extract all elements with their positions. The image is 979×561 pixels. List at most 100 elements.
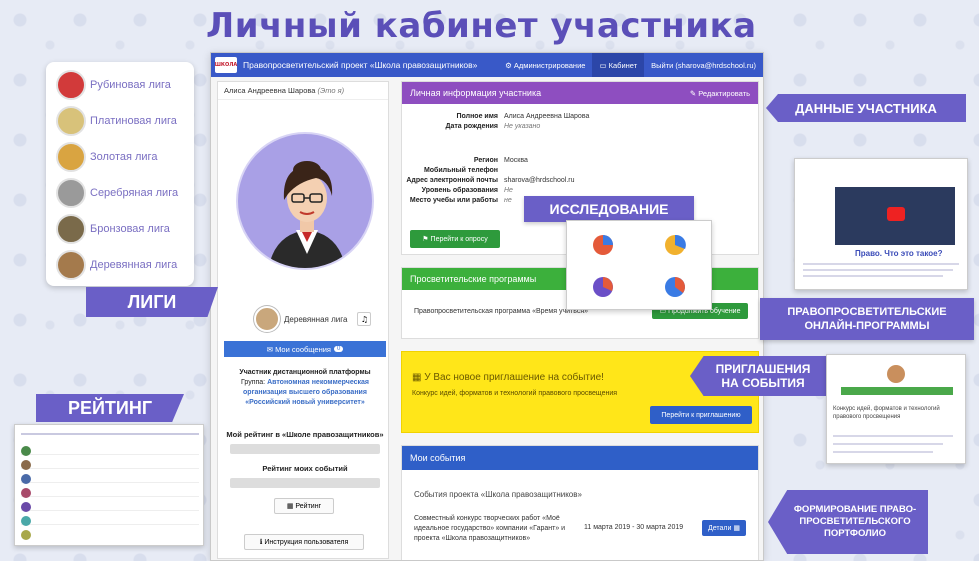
my-events-header: Мои события — [402, 446, 758, 470]
pie-chart-icon — [593, 235, 613, 255]
league-item: Рубиновая лига — [56, 70, 171, 100]
leagues-panel: Рубиновая лига Платиновая лига Золотая л… — [46, 62, 194, 286]
research-popup — [566, 220, 712, 310]
rating-table — [21, 441, 199, 540]
video-player[interactable] — [835, 187, 955, 245]
personal-info-title: Личная информация участника — [410, 88, 542, 98]
league-item: Бронзовая лига — [56, 214, 170, 244]
invitation-popup: Конкурс идей, форматов и технологий прав… — [826, 354, 966, 464]
info-row: Дата рождения Не указано — [445, 123, 541, 130]
current-league-label: Деревянная лига — [284, 314, 348, 324]
ribbon-rating: РЕЙТИНГ — [36, 394, 184, 422]
project-title[interactable]: Правопросветительский проект «Школа прав… — [243, 60, 498, 70]
my-rating-bar — [230, 444, 380, 454]
ribbon-participant-data: ДАННЫЕ УЧАСТНИКА — [766, 94, 966, 122]
research-pie-charts — [593, 234, 686, 297]
pie-chart-icon — [665, 277, 685, 297]
ribbon-portfolio: ФОРМИРОВАНИЕ ПРАВО-ПРОСВЕТИТЕЛЬСКОГО ПОР… — [768, 490, 928, 554]
ribbon-leagues: ЛИГИ — [86, 287, 218, 317]
profile-name: Алиса Андреевна Шарова — [224, 86, 316, 95]
participant-info: Участник дистанционной платформы Группа:… — [224, 368, 386, 408]
user-manual-button[interactable]: ℹ Инструкция пользователя — [244, 534, 364, 550]
nav-admin[interactable]: ⚙ Администрирование — [498, 53, 592, 77]
current-league: Деревянная лига ♫ — [254, 306, 372, 332]
participant-title: Участник дистанционной платформы — [239, 369, 371, 376]
table-row — [21, 455, 199, 470]
programs-title: Просветительские программы — [410, 274, 537, 284]
info-row: Мобильный телефон — [423, 167, 498, 174]
rating-button[interactable]: ▦ Рейтинг — [274, 498, 334, 514]
page-title: Личный кабинет участника — [206, 6, 757, 46]
events-rating-bar — [230, 478, 380, 488]
table-row — [21, 483, 199, 498]
program-item: Правопросветительская программа «Время у… — [414, 308, 589, 315]
info-row: Регион Москва — [473, 157, 528, 164]
platinum-league-icon — [56, 106, 86, 136]
my-events-title: Мои события — [410, 453, 466, 463]
info-rows: Полное имя Алиса Андреевна Шарова Дата ро… — [402, 112, 589, 206]
project-logo[interactable]: ШКОЛА — [215, 57, 237, 73]
table-row — [21, 441, 199, 456]
avatar — [236, 132, 374, 270]
go-to-invitation-button[interactable]: Перейти к приглашению — [650, 406, 752, 424]
rating-table-popup — [14, 424, 204, 546]
me-tag: (Это я) — [317, 86, 345, 95]
personal-info-header: Личная информация участника ✎ Редактиров… — [402, 82, 758, 104]
table-row — [21, 469, 199, 484]
table-icon: ▦ — [286, 503, 296, 510]
bronze-league-icon — [56, 214, 86, 244]
avatar-illustration — [268, 161, 346, 268]
calendar-icon: ▦ — [412, 372, 425, 383]
table-row — [21, 525, 199, 540]
events-subtitle: События проекта «Школа правозащитников» — [414, 490, 582, 499]
events-rating-label: Рейтинг моих событий — [262, 464, 348, 473]
invite-popup-text: Конкурс идей, форматов и технологий прав… — [833, 406, 940, 420]
pie-chart-icon — [665, 234, 686, 255]
group-prefix: Группа: — [240, 379, 266, 386]
invite-accept-bar[interactable] — [841, 387, 953, 395]
silver-league-icon — [56, 178, 86, 208]
event-item-date: 11 марта 2019 - 30 марта 2019 — [584, 524, 684, 531]
profile-column: Алиса Андреевна Шарова (Это я) Деревянна… — [217, 81, 389, 559]
info-row: Полное имя Алиса Андреевна Шарова — [456, 113, 590, 120]
invitation-text: Конкурс идей, форматов и технологий прав… — [412, 390, 618, 397]
go-to-survey-button[interactable]: ⚑ Перейти к опросу — [410, 230, 500, 248]
nav-cabinet[interactable]: ▭ Кабинет — [592, 53, 645, 77]
online-program-popup: Право. Что это такое? — [794, 158, 968, 290]
league-item: Деревянная лига — [56, 250, 177, 280]
flag-icon: ⚑ — [422, 236, 431, 243]
bell-icon[interactable]: ♫ — [357, 312, 372, 326]
ribbon-research: ИССЛЕДОВАНИЕ — [524, 196, 694, 222]
ribbon-online-programs: ПРАВОПРОСВЕТИТЕЛЬСКИЕ ОНЛАЙН-ПРОГРАММЫ — [760, 298, 974, 340]
cabinet-icon: ▭ — [599, 60, 609, 70]
info-row: Уровень образования Не — [421, 187, 513, 194]
details-icon: ▦ — [731, 525, 740, 532]
avatar — [887, 365, 905, 383]
gold-league-icon — [56, 142, 86, 172]
event-details-button[interactable]: Детали ▦ — [702, 520, 746, 536]
messages-count-badge: 0 — [333, 346, 344, 352]
nav-logout[interactable]: Выйти (sharova@hrdschool.ru) — [644, 53, 763, 77]
video-question: Право. Что это такое? — [855, 249, 943, 258]
envelope-icon: ✉ — [266, 344, 276, 354]
league-item: Платиновая лига — [56, 106, 177, 136]
my-events-card: Мои события События проекта «Школа право… — [401, 445, 759, 560]
table-row — [21, 511, 199, 526]
my-rating-label: Мой рейтинг в «Школе правозащитников» — [226, 430, 384, 439]
my-messages-button[interactable]: ✉ Мои сообщения 0 — [224, 341, 386, 357]
ruby-league-icon — [56, 70, 86, 100]
wooden-league-icon — [254, 306, 280, 332]
ribbon-invitations: ПРИГЛАШЕНИЯ НА СОБЫТИЯ — [690, 356, 826, 396]
pencil-icon: ✎ — [689, 88, 699, 98]
league-item: Золотая лига — [56, 142, 157, 172]
league-item: Серебряная лига — [56, 178, 178, 208]
wooden-league-icon — [56, 250, 86, 280]
pie-chart-icon — [593, 277, 613, 297]
play-icon[interactable] — [887, 207, 905, 221]
table-row — [21, 497, 199, 512]
invitation-title-row: ▦ У Вас новое приглашение на событие! — [412, 372, 604, 383]
top-navbar: ШКОЛА Правопросветительский проект «Школ… — [211, 53, 763, 77]
event-item-text: Совместный конкурс творческих работ «Моё… — [414, 515, 566, 542]
profile-name-row: Алиса Андреевна Шарова (Это я) — [218, 82, 388, 100]
edit-button[interactable]: ✎ Редактировать — [690, 89, 750, 98]
